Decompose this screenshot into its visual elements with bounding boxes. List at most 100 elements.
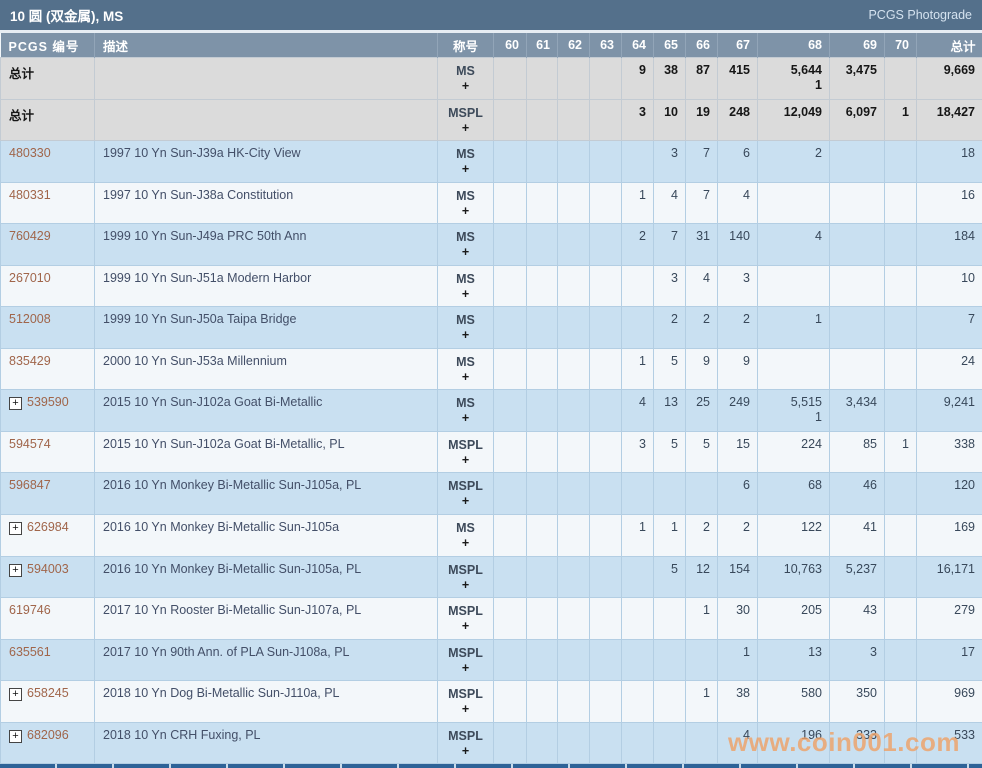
plus-grade-link[interactable]: + [439, 494, 492, 509]
table-row: 635561 2017 10 Yn 90th Ann. of PLA Sun-J… [0, 638, 982, 682]
designation-cell: MS + [437, 57, 494, 100]
grade-cell: 6 [717, 140, 758, 183]
plus-grade-link[interactable]: + [439, 204, 492, 219]
grade-cell [829, 306, 885, 349]
plus-grade-link[interactable]: + [439, 162, 492, 177]
plus-grade-link[interactable]: + [439, 328, 492, 343]
table-row: 总计 MS + 9 38 87 415 5,644 1 3,475 9,669 [0, 57, 982, 100]
grade-cell [884, 680, 917, 723]
total-cell: 18,427 [916, 98, 982, 142]
pcgs-number-link[interactable]: 619746 [9, 603, 51, 617]
grade-cell [493, 347, 527, 391]
grade-cell: 12 [685, 555, 718, 599]
plus-grade-link[interactable]: + [439, 121, 492, 136]
pcgs-number-cell: 480331 [0, 181, 95, 225]
grade-cell [526, 555, 558, 599]
pcgs-number-cell: 619746 [0, 597, 95, 640]
expand-icon[interactable] [9, 522, 22, 536]
grade-cell [884, 181, 917, 225]
expand-icon[interactable] [9, 688, 22, 702]
pcgs-number-link[interactable]: 480330 [9, 146, 51, 160]
table-row: 658245 2018 10 Yn Dog Bi-Metallic Sun-J1… [0, 680, 982, 723]
pcgs-number-link[interactable]: 594003 [27, 562, 69, 576]
designation-cell: MSPL + [437, 680, 494, 723]
grade-cell [757, 181, 830, 225]
plus-grade-link[interactable]: + [439, 245, 492, 260]
grade-cell [557, 555, 590, 599]
expand-icon[interactable] [9, 563, 22, 577]
plus-grade-link[interactable]: + [439, 287, 492, 302]
pcgs-number-cell: 267010 [0, 264, 95, 308]
grade-cell: 85 [829, 430, 885, 474]
table-row: 835429 2000 10 Yn Sun-J53a Millennium MS… [0, 347, 982, 391]
pcgs-photograde-link[interactable]: PCGS Photograde [868, 8, 972, 22]
col-header-grade-68: 68 [757, 33, 830, 58]
grade-cell: 1 [621, 347, 654, 391]
pcgs-number-link[interactable]: 626984 [27, 520, 69, 534]
plus-grade-link[interactable]: + [439, 578, 492, 593]
grade-cell [493, 472, 527, 516]
grade-cell [526, 389, 558, 432]
grade-cell: 5 [653, 555, 686, 599]
plus-grade-link[interactable]: + [439, 619, 492, 634]
grade-cell [557, 430, 590, 474]
grade-cell: 4 [757, 223, 830, 266]
pcgs-number-link[interactable]: 635561 [9, 645, 51, 659]
grade-cell: 13 [653, 389, 686, 432]
table-row: 626984 2016 10 Yn Monkey Bi-Metallic Sun… [0, 514, 982, 557]
pcgs-number-link[interactable]: 658245 [27, 686, 69, 700]
expand-icon[interactable] [9, 729, 22, 743]
pcgs-number-link[interactable]: 512008 [9, 312, 51, 326]
plus-grade-link[interactable]: + [439, 411, 492, 426]
grade-cell: 1 [717, 638, 758, 682]
grade-cell: 6 [717, 472, 758, 516]
designation-cell: MS + [437, 389, 494, 432]
coin-description: 1997 10 Yn Sun-J39a HK-City View [94, 140, 438, 183]
grade-cell [493, 514, 527, 557]
grade-cell [526, 721, 558, 765]
grade-cell: 46 [829, 472, 885, 516]
grade-cell: 9 [685, 347, 718, 391]
coin-description [94, 98, 438, 142]
grade-68-plus-count: 1 [815, 78, 822, 92]
total-cell: 10 [916, 264, 982, 308]
designation-cell: MSPL + [437, 597, 494, 640]
pcgs-number-link[interactable]: 480331 [9, 188, 51, 202]
grade-cell: 3 [653, 264, 686, 308]
expand-icon[interactable] [9, 397, 22, 411]
next-section-bar [0, 764, 982, 768]
grade-cell [757, 264, 830, 308]
designation-label: MS [456, 64, 475, 78]
pcgs-number-link[interactable]: 760429 [9, 229, 51, 243]
pcgs-number-link[interactable]: 682096 [27, 728, 69, 742]
plus-grade-link[interactable]: + [439, 453, 492, 468]
plus-grade-link[interactable]: + [439, 79, 492, 94]
designation-label: MSPL [448, 645, 483, 660]
plus-grade-link[interactable]: + [439, 702, 492, 717]
pcgs-number-link[interactable]: 596847 [9, 478, 51, 492]
plus-grade-link[interactable]: + [439, 536, 492, 551]
grade-cell: 196 [757, 721, 830, 765]
pcgs-number-link[interactable]: 539590 [27, 395, 69, 409]
grade-cell [589, 430, 622, 474]
plus-grade-link[interactable]: + [439, 661, 492, 676]
grade-cell [621, 597, 654, 640]
grade-cell [621, 721, 654, 765]
total-row-label: 总计 [9, 108, 35, 123]
grade-cell [557, 721, 590, 765]
plus-grade-link[interactable]: + [439, 744, 492, 759]
grade-cell [884, 638, 917, 682]
grade-cell [526, 514, 558, 557]
grade-cell: 1 [653, 514, 686, 557]
grade-cell [589, 638, 622, 682]
grade-cell: 87 [685, 57, 718, 100]
pcgs-number-link[interactable]: 835429 [9, 354, 51, 368]
pcgs-number-link[interactable]: 594574 [9, 437, 51, 451]
grade-cell [557, 597, 590, 640]
grade-cell [557, 680, 590, 723]
pcgs-number-link[interactable]: 267010 [9, 271, 51, 285]
grade-cell [589, 514, 622, 557]
total-cell: 184 [916, 223, 982, 266]
grade-cell [589, 721, 622, 765]
plus-grade-link[interactable]: + [439, 370, 492, 385]
